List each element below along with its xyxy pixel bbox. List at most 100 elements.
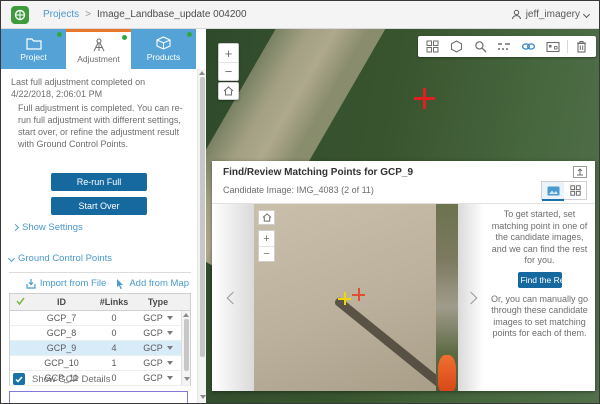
show-settings-toggle[interactable]: Show Settings [13,222,83,233]
scroll-down-icon[interactable] [184,377,190,381]
gcp-type-dropdown[interactable]: GCP [135,373,181,383]
image-zoom-in-button[interactable]: + [259,231,274,246]
collection-icon[interactable] [422,38,442,55]
tab-bar: Project Adjustment Products [1,29,206,69]
user-name: jeff_imagery [526,9,580,20]
gcp-type-dropdown[interactable]: GCP [135,328,181,338]
col-header-links[interactable]: #Links [93,297,135,307]
col-header-type[interactable]: Type [135,297,181,307]
gcp-section-label: Ground Control Points [18,253,112,264]
survey-tripod-icon [91,38,107,52]
tab-project[interactable]: Project [1,29,66,69]
chevron-down-icon [583,11,590,18]
add-from-map-label: Add from Map [129,278,189,289]
adjustment-panel: Last full adjustment completed on 4/22/2… [1,69,197,403]
gcp-crosshair-marker [414,88,435,109]
measure-icon[interactable] [494,38,514,55]
scroll-up-icon[interactable] [183,313,189,317]
select-all-check-icon[interactable] [10,297,30,307]
popout-icon [576,168,584,176]
map-zoom-control: + − [218,43,239,81]
gcp-type: GCP [143,328,163,338]
link-tool-icon[interactable] [519,38,539,55]
matching-point-marker-red [352,288,365,301]
image-enhance-icon[interactable] [543,38,563,55]
map-view[interactable]: + − [206,29,599,403]
zoom-in-button[interactable]: + [219,44,238,62]
cursor-icon [116,279,125,289]
gcp-table-header: ID #Links Type [10,294,190,311]
last-adjustment-status: Last full adjustment completed on 4/22/2… [11,76,189,100]
show-gcp-details-label: Show GCP Details [32,374,111,385]
table-scrollbar[interactable] [181,311,190,385]
gcp-type: GCP [143,373,163,383]
instruction-secondary: Or, you can manually go through these ca… [489,294,590,340]
tab-label: Project [20,52,46,62]
top-bar: Projects > Image_Landbase_update 004200 … [1,1,599,29]
add-from-map-link[interactable]: Add from Map [116,278,189,289]
table-row[interactable]: GCP_7 0 GCP [10,311,190,326]
orange-cone [438,355,456,391]
scroll-thumb[interactable] [184,319,189,371]
gcp-id: GCP_9 [30,343,93,353]
scroll-down-icon[interactable] [200,395,206,399]
gcp-type: GCP [143,343,163,353]
chevron-right-icon[interactable] [465,291,478,304]
dropdown-arrow-icon [167,331,173,335]
user-menu[interactable]: jeff_imagery [511,9,589,20]
basemap-icon[interactable] [446,38,466,55]
tab-adjustment[interactable]: Adjustment [66,29,131,69]
carousel-prev-area[interactable] [212,204,254,391]
candidate-image-viewer[interactable]: + − [254,204,458,391]
carousel-next-area[interactable] [458,204,484,391]
gcp-section-toggle[interactable]: Ground Control Points [9,253,112,264]
left-panel: Project Adjustment Products Last full ad… [1,29,206,403]
col-header-id[interactable]: ID [30,297,93,307]
gcp-links: 0 [93,328,135,338]
tab-products[interactable]: Products [131,29,196,69]
gcp-type-dropdown[interactable]: GCP [135,343,181,353]
table-row-selected[interactable]: GCP_9 4 GCP [10,341,190,356]
gcp-type-dropdown[interactable]: GCP [135,358,181,368]
show-gcp-details-row: Show GCP Details [13,373,111,385]
search-icon[interactable] [470,38,490,55]
gcp-links: 0 [93,313,135,323]
project-title: Image_Landbase_update 004200 [97,9,247,20]
dropdown-arrow-icon [167,316,173,320]
gcp-type-dropdown[interactable]: GCP [135,313,181,323]
tab-label: Adjustment [77,54,120,64]
candidate-image-label: Candidate Image: IMG_4083 (2 of 11) [223,185,374,195]
find-the-rest-button[interactable]: Find the Rest [518,272,562,288]
candidate-carousel: + − To get started, set matching point i… [212,204,595,391]
esri-logo-icon [11,6,29,24]
zoom-out-button[interactable]: − [219,62,238,80]
home-button[interactable] [218,82,239,100]
chevron-down-icon [8,255,15,262]
rerun-full-button[interactable]: Re-run Full [51,173,147,191]
table-row[interactable]: GCP_10 1 GCP [10,356,190,371]
breadcrumb-projects[interactable]: Projects [43,9,79,20]
status-dot-icon [57,32,62,37]
grid-view-button[interactable] [564,182,586,199]
popout-button[interactable] [573,166,587,178]
import-from-file-label: Import from File [40,278,107,289]
adjustment-description: Full adjustment is completed. You can re… [18,102,188,150]
start-over-button[interactable]: Start Over [51,197,147,215]
show-gcp-details-checkbox[interactable] [13,373,25,385]
image-home-button[interactable] [258,210,275,225]
map-toolbar [418,36,596,57]
table-row[interactable]: GCP_8 0 GCP [10,326,190,341]
image-zoom-out-button[interactable]: − [259,246,274,261]
chevron-left-icon[interactable] [227,291,240,304]
breadcrumb-separator: > [85,9,91,20]
single-image-view-button[interactable] [542,182,564,199]
person-icon [511,9,522,20]
scroll-up-icon[interactable] [199,71,205,75]
scroll-thumb[interactable] [200,77,205,357]
panel-scrollbar[interactable] [197,69,206,403]
matching-point-marker-yellow [338,292,351,305]
home-icon [262,213,272,222]
import-from-file-link[interactable]: Import from File [26,278,107,289]
gcp-id: GCP_10 [30,358,93,368]
trash-icon[interactable] [572,38,592,55]
